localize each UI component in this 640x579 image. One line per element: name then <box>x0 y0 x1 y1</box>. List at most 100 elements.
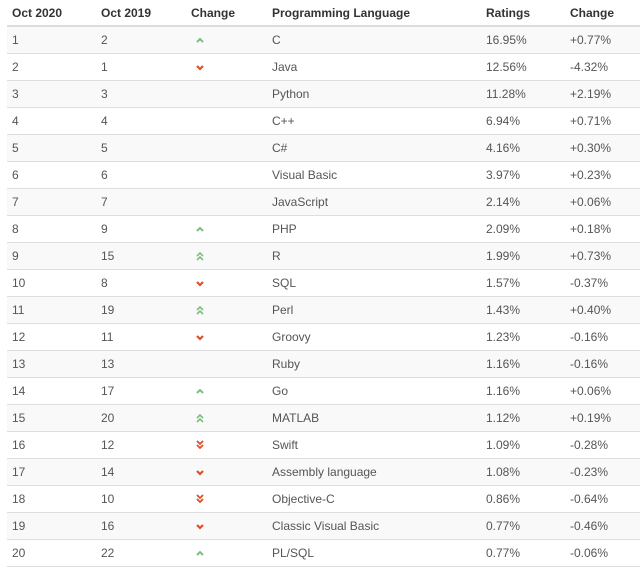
trend-cell <box>186 269 267 297</box>
ranking-table: Oct 2020 Oct 2019 Change Programming Lan… <box>7 0 640 567</box>
rating-value: 1.99% <box>481 242 565 270</box>
chevron-down-icon <box>193 519 207 533</box>
change-value: +0.30% <box>565 134 640 162</box>
table-row: 9 15 R 1.99% +0.73% <box>7 242 640 270</box>
table-row: 7 7 JavaScript 2.14% +0.06% <box>7 188 640 216</box>
change-value: -0.16% <box>565 323 640 351</box>
language-name: Perl <box>267 296 481 324</box>
rank-2020: 20 <box>7 539 96 567</box>
rank-2019: 10 <box>96 485 186 513</box>
header-oct-2019[interactable]: Oct 2019 <box>96 0 186 27</box>
header-language[interactable]: Programming Language <box>267 0 481 27</box>
header-oct-2020[interactable]: Oct 2020 <box>7 0 96 27</box>
rating-value: 16.95% <box>481 25 565 54</box>
change-value: +2.19% <box>565 80 640 108</box>
rank-2020: 10 <box>7 269 96 297</box>
change-value: -0.37% <box>565 269 640 297</box>
double-chevron-up-icon <box>193 411 207 425</box>
rank-2019: 17 <box>96 377 186 405</box>
rank-2020: 6 <box>7 161 96 189</box>
language-name: Python <box>267 80 481 108</box>
chevron-down-icon <box>193 330 207 344</box>
table-row: 2 1 Java 12.56% -4.32% <box>7 53 640 81</box>
change-value: +0.73% <box>565 242 640 270</box>
change-value: -0.28% <box>565 431 640 459</box>
double-chevron-down-icon <box>193 492 207 506</box>
rank-2019: 2 <box>96 25 186 54</box>
chevron-up-icon <box>193 33 207 47</box>
rank-2019: 1 <box>96 53 186 81</box>
language-name: R <box>267 242 481 270</box>
rating-value: 1.16% <box>481 350 565 378</box>
table-row: 4 4 C++ 6.94% +0.71% <box>7 107 640 135</box>
trend-cell <box>186 107 267 135</box>
language-name: Groovy <box>267 323 481 351</box>
rank-2019: 9 <box>96 215 186 243</box>
chevron-down-icon <box>193 465 207 479</box>
trend-cell <box>186 323 267 351</box>
trend-cell <box>186 377 267 405</box>
language-name: C++ <box>267 107 481 135</box>
rank-2020: 2 <box>7 53 96 81</box>
rank-2019: 20 <box>96 404 186 432</box>
trend-cell <box>186 215 267 243</box>
table-row: 3 3 Python 11.28% +2.19% <box>7 80 640 108</box>
rank-2019: 14 <box>96 458 186 486</box>
change-value: +0.06% <box>565 188 640 216</box>
table-row: 16 12 Swift 1.09% -0.28% <box>7 431 640 459</box>
rank-2019: 3 <box>96 80 186 108</box>
rank-2019: 11 <box>96 323 186 351</box>
change-value: -0.16% <box>565 350 640 378</box>
language-name: Ruby <box>267 350 481 378</box>
rating-value: 1.16% <box>481 377 565 405</box>
rank-2020: 12 <box>7 323 96 351</box>
trend-cell <box>186 539 267 567</box>
trend-cell <box>186 53 267 81</box>
rating-value: 4.16% <box>481 134 565 162</box>
change-value: +0.18% <box>565 215 640 243</box>
rating-value: 2.09% <box>481 215 565 243</box>
rank-2019: 15 <box>96 242 186 270</box>
rank-2019: 13 <box>96 350 186 378</box>
table-row: 19 16 Classic Visual Basic 0.77% -0.46% <box>7 512 640 540</box>
rank-2020: 3 <box>7 80 96 108</box>
header-ratings[interactable]: Ratings <box>481 0 565 27</box>
chevron-down-icon <box>193 276 207 290</box>
change-value: -0.64% <box>565 485 640 513</box>
double-chevron-up-icon <box>193 303 207 317</box>
table-row: 18 10 Objective-C 0.86% -0.64% <box>7 485 640 513</box>
rank-2019: 8 <box>96 269 186 297</box>
rank-2020: 14 <box>7 377 96 405</box>
change-value: +0.23% <box>565 161 640 189</box>
trend-cell <box>186 188 267 216</box>
rank-2020: 19 <box>7 512 96 540</box>
rank-2020: 11 <box>7 296 96 324</box>
chevron-up-icon <box>193 384 207 398</box>
language-name: Java <box>267 53 481 81</box>
trend-cell <box>186 296 267 324</box>
rank-2019: 22 <box>96 539 186 567</box>
rank-2020: 13 <box>7 350 96 378</box>
trend-cell <box>186 431 267 459</box>
change-value: -0.46% <box>565 512 640 540</box>
table-row: 8 9 PHP 2.09% +0.18% <box>7 215 640 243</box>
change-value: +0.19% <box>565 404 640 432</box>
rank-2019: 5 <box>96 134 186 162</box>
change-value: -0.23% <box>565 458 640 486</box>
rank-2020: 1 <box>7 25 96 54</box>
trend-cell <box>186 161 267 189</box>
header-change[interactable]: Change <box>565 0 640 27</box>
rank-2019: 6 <box>96 161 186 189</box>
change-value: +0.06% <box>565 377 640 405</box>
table-row: 13 13 Ruby 1.16% -0.16% <box>7 350 640 378</box>
language-name: SQL <box>267 269 481 297</box>
header-trend[interactable]: Change <box>186 0 267 27</box>
chevron-down-icon <box>193 60 207 74</box>
double-chevron-down-icon <box>193 438 207 452</box>
rank-2020: 8 <box>7 215 96 243</box>
chevron-up-icon <box>193 222 207 236</box>
rank-2020: 15 <box>7 404 96 432</box>
table-row: 11 19 Perl 1.43% +0.40% <box>7 296 640 324</box>
table-row: 15 20 MATLAB 1.12% +0.19% <box>7 404 640 432</box>
table-row: 6 6 Visual Basic 3.97% +0.23% <box>7 161 640 189</box>
